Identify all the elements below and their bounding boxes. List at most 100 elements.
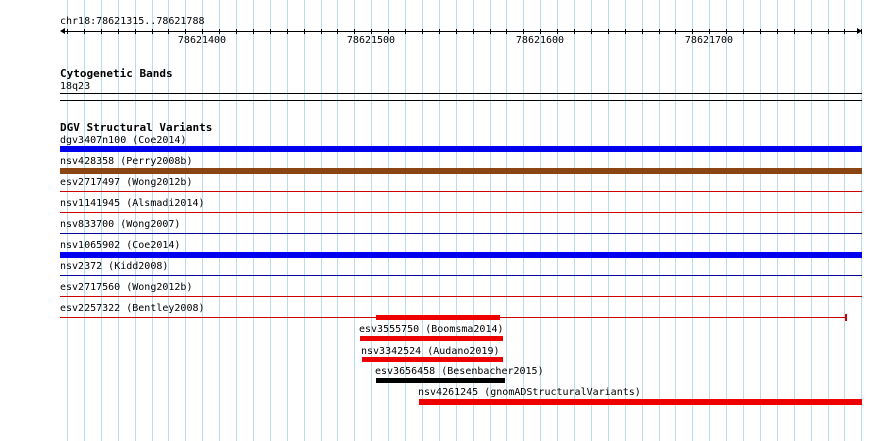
- feature-label: esv2717497 (Wong2012b): [60, 177, 193, 188]
- feature-bar[interactable]: [60, 252, 862, 258]
- feature-label: nsv2372 (Kidd2008): [60, 261, 169, 272]
- feature-bar[interactable]: [60, 296, 862, 297]
- feature-id: esv3656458: [375, 366, 436, 377]
- feature-bar[interactable]: [360, 336, 503, 341]
- ruler-tick: [675, 29, 676, 34]
- ruler-tick: [743, 29, 744, 34]
- feature-label: esv2717560 (Wong2012b): [60, 282, 193, 293]
- grid-line: [304, 0, 305, 441]
- feature-id: esv2257322: [60, 303, 121, 314]
- ruler-tick: [219, 29, 220, 34]
- feature-id: dgv3407n100: [60, 135, 127, 146]
- ruler-tick: [371, 29, 372, 34]
- grid-line: [760, 0, 761, 441]
- grid-line: [692, 0, 693, 441]
- feature-label: dgv3407n100 (Coe2014): [60, 135, 187, 146]
- feature-id: nsv1065902: [60, 240, 121, 251]
- feature-bar[interactable]: [419, 399, 862, 405]
- grid-line: [777, 0, 778, 441]
- grid-line: [287, 0, 288, 441]
- genome-browser-panel: chr18:78621315..78621788 78621400 786215…: [0, 0, 890, 441]
- ruler-left-arrow-icon: [60, 28, 65, 34]
- ruler-tick: [168, 29, 169, 34]
- feature-bar[interactable]: [60, 233, 862, 234]
- feature-bar[interactable]: [376, 315, 500, 320]
- feature-label: nsv1065902 (Coe2014): [60, 240, 181, 251]
- ruler-tick: [642, 29, 643, 34]
- feature-label: esv2257322 (Bentley2008): [60, 303, 205, 314]
- feature-id: nsv1141945: [60, 198, 121, 209]
- feature-label: nsv428358 (Perry2008b): [60, 156, 193, 167]
- ruler-tick: [574, 29, 575, 34]
- cytoband-label: 18q23: [60, 81, 91, 92]
- grid-line: [219, 0, 220, 441]
- tick-label: 78621400: [177, 35, 227, 46]
- ruler-tick: [591, 29, 592, 34]
- feature-source: Perry2008b: [126, 156, 187, 167]
- grid-line: [794, 0, 795, 441]
- ruler-tick: [523, 29, 524, 34]
- tick-label: 78621600: [515, 35, 565, 46]
- grid-line: [726, 0, 727, 441]
- cytoband-bottom-border: [60, 100, 862, 101]
- feature-source: Boomsma2014: [431, 324, 498, 335]
- feature-bar[interactable]: [60, 168, 862, 174]
- grid-line: [236, 0, 237, 441]
- ruler-tick: [101, 29, 102, 34]
- feature-bar[interactable]: [60, 191, 862, 192]
- ruler-tick: [456, 29, 457, 34]
- ruler-tick: [659, 29, 660, 34]
- ruler-tick: [760, 29, 761, 34]
- grid-line: [354, 0, 355, 441]
- feature-source: Coe2014: [138, 135, 181, 146]
- feature-source: Kidd2008: [114, 261, 163, 272]
- cytogenetic-bands-title: Cytogenetic Bands: [60, 67, 173, 80]
- ruler-tick: [608, 29, 609, 34]
- feature-bar[interactable]: [376, 378, 505, 383]
- ruler-tick: [844, 29, 845, 34]
- grid-line: [270, 0, 271, 441]
- grid-line: [861, 0, 862, 441]
- feature-source: Wong2012b: [132, 282, 187, 293]
- feature-id: nsv2372: [60, 261, 103, 272]
- ruler-line[interactable]: [62, 31, 859, 32]
- feature-bar[interactable]: [60, 146, 862, 152]
- ruler-tick: [388, 29, 389, 34]
- grid-line: [253, 0, 254, 441]
- feature-end-tick: [845, 314, 847, 321]
- coordinates-label: chr18:78621315..78621788: [60, 16, 205, 27]
- feature-label: nsv4261245 (gnomADStructuralVariants): [418, 387, 641, 398]
- ruler-tick: [828, 29, 829, 34]
- grid-line: [557, 0, 558, 441]
- grid-line: [625, 0, 626, 441]
- cytoband-top-border: [60, 93, 862, 94]
- ruler-tick: [84, 29, 85, 34]
- grid-line: [185, 0, 186, 441]
- ruler-tick: [777, 29, 778, 34]
- feature-source: Wong2007: [126, 219, 175, 230]
- grid-line: [574, 0, 575, 441]
- feature-bar[interactable]: [362, 357, 503, 362]
- feature-label: esv3656458 (Besenbacher2015): [375, 366, 544, 377]
- ruler-tick: [270, 29, 271, 34]
- ruler-tick: [354, 29, 355, 34]
- feature-bar[interactable]: [60, 275, 862, 276]
- ruler-tick: [422, 29, 423, 34]
- tick-label: 78621700: [684, 35, 734, 46]
- grid-line: [659, 0, 660, 441]
- grid-line: [828, 0, 829, 441]
- feature-source: Audano2019: [433, 346, 494, 357]
- ruler-tick: [726, 29, 727, 34]
- ruler-tick: [692, 29, 693, 34]
- ruler-tick: [304, 29, 305, 34]
- ruler-tick: [794, 29, 795, 34]
- ruler-tick: [185, 29, 186, 34]
- grid-line: [811, 0, 812, 441]
- feature-bar[interactable]: [60, 212, 862, 213]
- ruler-tick: [405, 29, 406, 34]
- dgv-track-title: DGV Structural Variants: [60, 121, 213, 134]
- feature-id: nsv428358: [60, 156, 115, 167]
- ruler-tick: [152, 29, 153, 34]
- feature-id: esv3555750: [359, 324, 420, 335]
- feature-label: nsv833700 (Wong2007): [60, 219, 181, 230]
